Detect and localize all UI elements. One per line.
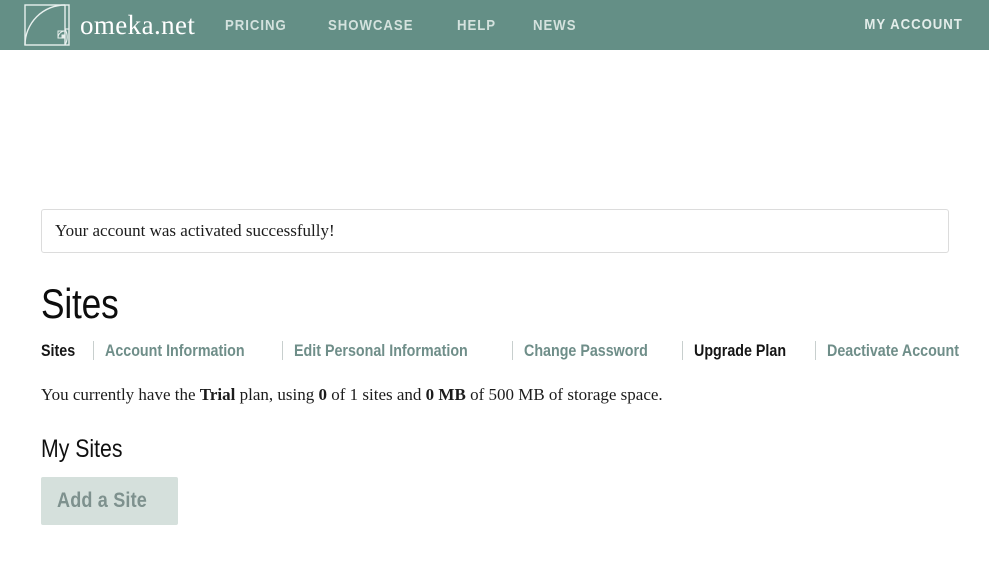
nav-item-pricing[interactable]: PRICING bbox=[225, 17, 287, 34]
section-nav-item-upgrade-plan[interactable]: Upgrade Plan bbox=[694, 342, 786, 359]
section-nav-separator bbox=[682, 341, 683, 360]
my-sites-heading: My Sites bbox=[41, 437, 812, 462]
brand-wordmark: omeka.net bbox=[80, 12, 195, 39]
plan-summary-text: You currently have the Trial plan, using… bbox=[41, 384, 948, 407]
page-content: Your account was activated successfully!… bbox=[0, 209, 989, 525]
nav-item-showcase[interactable]: SHOWCASE bbox=[328, 17, 413, 34]
flash-success-message: Your account was activated successfully! bbox=[41, 209, 949, 253]
page-title: Sites bbox=[41, 283, 803, 325]
plan-summary-middle-1: plan, using bbox=[235, 385, 318, 404]
section-navigation: Sites Account Information Edit Personal … bbox=[41, 339, 948, 361]
add-a-site-label: Add a Site bbox=[57, 490, 147, 511]
add-a-site-button[interactable]: Add a Site bbox=[41, 477, 178, 525]
flash-message-text: Your account was activated successfully! bbox=[55, 220, 335, 242]
section-nav-item-change-password[interactable]: Change Password bbox=[524, 342, 648, 359]
fibonacci-spiral-logo bbox=[24, 4, 70, 46]
plan-summary-suffix: of 500 MB of storage space. bbox=[466, 385, 663, 404]
plan-summary-middle-2: of 1 sites and bbox=[327, 385, 426, 404]
section-nav-separator bbox=[282, 341, 283, 360]
section-nav-item-edit-personal-information[interactable]: Edit Personal Information bbox=[294, 342, 468, 359]
nav-item-news[interactable]: NEWS bbox=[533, 17, 576, 34]
plan-name: Trial bbox=[200, 385, 236, 404]
section-nav-separator bbox=[93, 341, 94, 360]
section-nav-separator bbox=[512, 341, 513, 360]
section-nav-separator bbox=[815, 341, 816, 360]
sites-used-count: 0 bbox=[318, 385, 327, 404]
section-nav-item-sites[interactable]: Sites bbox=[41, 342, 75, 359]
my-account-link[interactable]: MY ACCOUNT bbox=[865, 16, 963, 33]
plan-summary-prefix: You currently have the bbox=[41, 385, 200, 404]
section-nav-item-account-information[interactable]: Account Information bbox=[105, 342, 245, 359]
account-navigation: MY ACCOUNT bbox=[851, 16, 963, 34]
storage-used-amount: 0 MB bbox=[426, 385, 466, 404]
brand-home-link[interactable]: omeka.net bbox=[24, 4, 195, 46]
section-nav-item-deactivate-account[interactable]: Deactivate Account bbox=[827, 342, 959, 359]
site-header: omeka.net PRICING SHOWCASE HELP NEWS MY … bbox=[0, 0, 989, 50]
main-navigation: PRICING SHOWCASE HELP NEWS bbox=[225, 17, 582, 34]
nav-item-help[interactable]: HELP bbox=[457, 17, 496, 34]
